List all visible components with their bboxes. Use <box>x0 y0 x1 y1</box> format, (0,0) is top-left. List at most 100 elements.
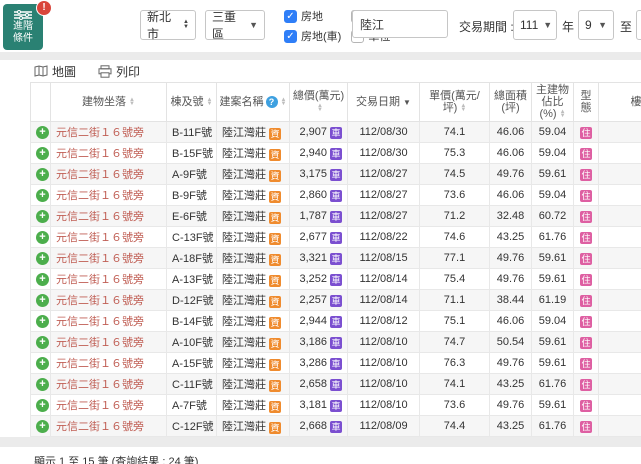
project-info-badge[interactable]: 資 <box>269 128 281 140</box>
project-info-badge[interactable]: 資 <box>269 317 281 329</box>
building-type-cell: 住 <box>574 164 599 185</box>
project-info-badge[interactable]: 資 <box>269 401 281 413</box>
expand-cell: + <box>31 332 51 353</box>
expand-row-button[interactable]: + <box>36 147 49 160</box>
sort-icon[interactable]: ▲▼ <box>317 104 323 112</box>
project-info-badge[interactable]: 資 <box>269 422 281 434</box>
project-info-badge[interactable]: 資 <box>269 254 281 266</box>
divider-band-bottom <box>0 437 641 447</box>
total-price-value: 2,907 <box>299 126 327 138</box>
unit-cell: A-18F號 <box>167 248 217 269</box>
from-year-value: 111 <box>520 18 538 32</box>
address-cell: 元信二街１６號旁 <box>51 416 167 437</box>
date-cell: 112/08/10 <box>348 332 420 353</box>
expand-row-button[interactable]: + <box>36 231 49 244</box>
help-icon[interactable]: ? <box>266 96 278 108</box>
checkbox-checked-icon[interactable]: ✓ <box>284 10 297 23</box>
expand-row-button[interactable]: + <box>36 336 49 349</box>
address-cell: 元信二街１６號旁 <box>51 290 167 311</box>
column-header-6[interactable]: 單價(萬元/坪)▲▼ <box>420 83 490 122</box>
column-header-2[interactable]: 棟及號▲▼ <box>167 83 217 122</box>
map-button[interactable]: 地圖 <box>34 63 76 80</box>
address-cell: 元信二街１６號旁 <box>51 164 167 185</box>
table-row: +元信二街１６號旁E-6F號陸江灣莊資1,787車112/08/2771.232… <box>31 206 641 227</box>
expand-row-button[interactable]: + <box>36 315 49 328</box>
expand-cell: + <box>31 185 51 206</box>
project-info-badge[interactable]: 資 <box>269 191 281 203</box>
column-header-3[interactable]: 建案名稱?▲▼ <box>217 83 290 122</box>
floor-cell: 13/18 <box>599 269 641 290</box>
table-row: +元信二街１６號旁B-9F號陸江灣莊資2,860車112/08/2773.646… <box>31 185 641 206</box>
column-header-10[interactable]: 樓別/樓高 <box>599 83 641 122</box>
chevron-down-icon: ▼ <box>598 20 607 30</box>
unit-price-cell: 73.6 <box>420 185 490 206</box>
expand-row-button[interactable]: + <box>36 168 49 181</box>
checkbox-label: 房地(車) <box>301 28 341 44</box>
total-price-value: 3,321 <box>299 252 327 264</box>
project-info-badge[interactable]: 資 <box>269 380 281 392</box>
expand-row-button[interactable]: + <box>36 210 49 223</box>
project-info-badge[interactable]: 資 <box>269 338 281 350</box>
project-name: 陸江灣莊 <box>222 169 266 181</box>
to-year-select[interactable]: 112 ▼ <box>636 10 641 40</box>
column-header-9[interactable]: 型態 <box>574 83 599 122</box>
address-cell: 元信二街１６號旁 <box>51 332 167 353</box>
expand-row-button[interactable]: + <box>36 378 49 391</box>
column-header-7[interactable]: 總面積(坪) <box>490 83 532 122</box>
unit-price-cell: 75.4 <box>420 269 490 290</box>
column-header-4[interactable]: 總價(萬元)▲▼ <box>290 83 348 122</box>
expand-row-button[interactable]: + <box>36 252 49 265</box>
column-header-label: 建案名稱 <box>220 96 264 108</box>
total-price-value: 2,940 <box>299 147 327 159</box>
expand-row-button[interactable]: + <box>36 273 49 286</box>
unit-cell: C-11F號 <box>167 374 217 395</box>
expand-row-button[interactable]: + <box>36 357 49 370</box>
checkbox-3[interactable]: ✓ 房地(車) <box>284 28 341 44</box>
checkbox-checked-icon[interactable]: ✓ <box>284 30 297 43</box>
sort-icon[interactable]: ▲▼ <box>207 98 213 106</box>
chevron-down-icon: ▼ <box>543 20 552 30</box>
main-building-ratio-cell: 60.72 <box>532 206 574 227</box>
area-cell: 43.25 <box>490 374 532 395</box>
address-cell: 元信二街１６號旁 <box>51 353 167 374</box>
table-row: +元信二街１６號旁B-11F號陸江灣莊資2,907車112/08/3074.14… <box>31 122 641 143</box>
project-cell: 陸江灣莊資 <box>217 248 290 269</box>
sort-icon[interactable]: ▲▼ <box>460 104 466 112</box>
unit-cell: B-9F號 <box>167 185 217 206</box>
sort-icon[interactable]: ▲▼ <box>560 110 566 118</box>
project-info-badge[interactable]: 資 <box>269 359 281 371</box>
from-year-select[interactable]: 111 ▼ <box>513 10 557 40</box>
address-cell: 元信二街１６號旁 <box>51 143 167 164</box>
floor-cell: 9/18 <box>599 185 641 206</box>
district-select[interactable]: 三重區 ▼ <box>205 10 265 40</box>
project-info-badge[interactable]: 資 <box>269 149 281 161</box>
area-cell: 38.44 <box>490 290 532 311</box>
sort-icon[interactable]: ▲▼ <box>281 98 287 106</box>
checkbox-1[interactable]: ✓房地 <box>284 8 341 24</box>
sort-icon[interactable]: ▲▼ <box>129 98 135 106</box>
project-info-badge[interactable]: 資 <box>269 275 281 287</box>
expand-row-button[interactable]: + <box>36 294 49 307</box>
from-month-select[interactable]: 9 ▼ <box>578 10 614 40</box>
project-info-badge[interactable]: 資 <box>269 170 281 182</box>
date-cell: 112/08/27 <box>348 185 420 206</box>
project-info-badge[interactable]: 資 <box>269 233 281 245</box>
print-button[interactable]: 列印 <box>98 63 140 80</box>
unit-price-cell: 77.1 <box>420 248 490 269</box>
project-cell: 陸江灣莊資 <box>217 206 290 227</box>
column-header-8[interactable]: 主建物佔比(%)▲▼ <box>532 83 574 122</box>
project-info-badge[interactable]: 資 <box>269 296 281 308</box>
expand-row-button[interactable]: + <box>36 399 49 412</box>
project-info-badge[interactable]: 資 <box>269 212 281 224</box>
expand-row-button[interactable]: + <box>36 189 49 202</box>
sort-desc-icon[interactable]: ▼ <box>403 98 411 107</box>
column-header-5[interactable]: 交易日期▼ <box>348 83 420 122</box>
city-select[interactable]: 新北市 ▲▼ <box>140 10 196 40</box>
project-name: 陸江灣莊 <box>222 211 266 223</box>
building-type-cell: 住 <box>574 206 599 227</box>
expand-row-button[interactable]: + <box>36 126 49 139</box>
expand-row-button[interactable]: + <box>36 420 49 433</box>
keyword-input[interactable] <box>352 10 448 38</box>
project-name: 陸江灣莊 <box>222 148 266 160</box>
column-header-1[interactable]: 建物坐落▲▼ <box>51 83 167 122</box>
